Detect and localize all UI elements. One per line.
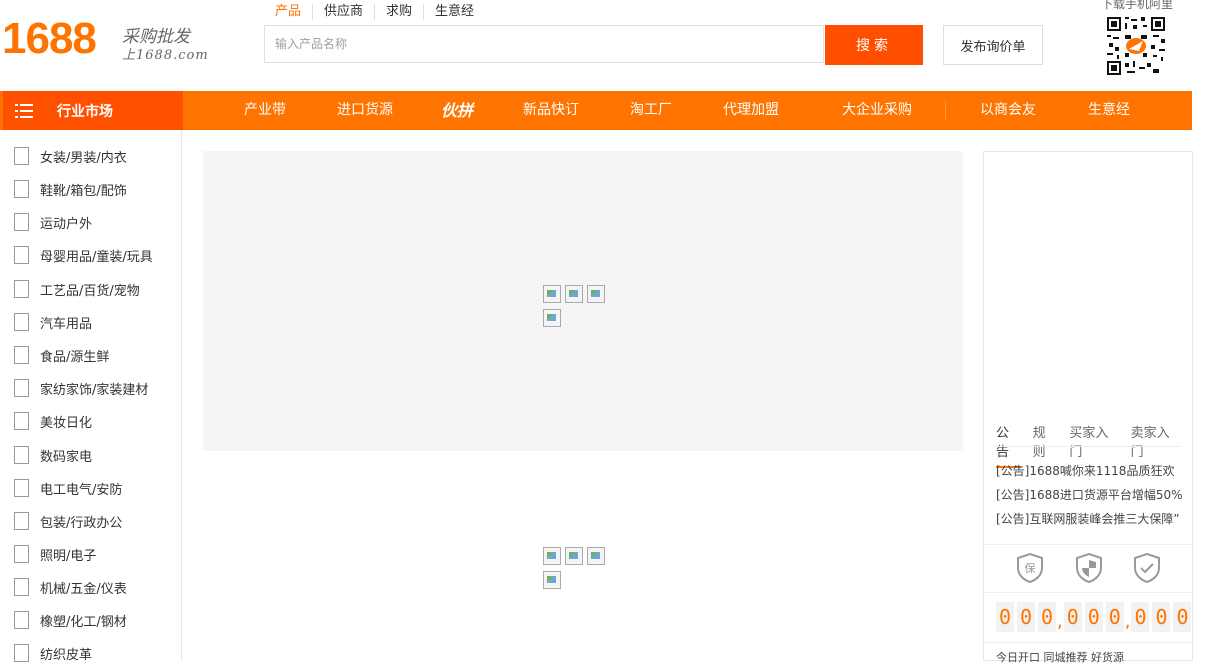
counter-digit: 0	[1038, 602, 1056, 632]
counter-separator: ,	[1124, 611, 1131, 632]
nav-item-business-friends[interactable]: 以商会友	[980, 91, 1036, 130]
nav-item-business-talk[interactable]: 生意经	[1088, 91, 1130, 130]
category-icon	[14, 147, 29, 165]
counter-digit: 0	[1173, 602, 1192, 632]
app-download-label[interactable]: 下载手机阿里	[1101, 0, 1173, 12]
counter-digit: 0	[1131, 602, 1150, 632]
nav-divider	[945, 101, 946, 120]
category-icon	[14, 644, 29, 662]
security-shield-icon[interactable]	[1074, 552, 1104, 584]
nav-item-agency[interactable]: 代理加盟	[723, 91, 779, 130]
category-item[interactable]: 家纺家饰/家装建材	[14, 377, 148, 399]
category-item[interactable]: 包装/行政办公	[14, 510, 122, 532]
category-icon	[14, 479, 29, 497]
broken-image-icon[interactable]	[543, 571, 561, 589]
category-item[interactable]: 食品/源生鲜	[14, 344, 109, 366]
post-rfq-button[interactable]: 发布询价单	[943, 25, 1043, 65]
nav-item-import-goods[interactable]: 进口货源	[337, 91, 393, 130]
counter-separator: ,	[1057, 611, 1063, 632]
broken-image-icon[interactable]	[565, 285, 583, 303]
search-box	[264, 25, 824, 63]
category-item[interactable]: 鞋靴/箱包/配饰	[14, 178, 127, 200]
counter-digit: 0	[996, 602, 1014, 632]
category-icon	[14, 412, 29, 430]
broken-image-icon[interactable]	[543, 309, 561, 327]
category-item[interactable]: 电工电气/安防	[14, 477, 122, 499]
category-icon	[14, 379, 29, 397]
category-icon	[14, 246, 29, 264]
category-icon	[14, 578, 29, 596]
category-item[interactable]: 运动户外	[14, 211, 92, 233]
nav-links: 产业带 进口货源 伙拼 新品快订 淘工厂 代理加盟 大企业采购 以商会友 生意经	[183, 91, 1192, 130]
category-item[interactable]: 数码家电	[14, 444, 92, 466]
nav-item-group-buy[interactable]: 伙拼	[441, 91, 473, 130]
broken-image-icon[interactable]	[587, 285, 605, 303]
notice-link[interactable]: [公告]互联网服装峰会推三大保障”	[996, 510, 1180, 527]
search-tab-business[interactable]: 生意经	[423, 4, 485, 20]
tab-underline-divider	[996, 446, 1181, 447]
category-icon	[14, 545, 29, 563]
category-menu-button[interactable]: 行业市场	[3, 91, 183, 130]
nav-item-industry-belt[interactable]: 产业带	[244, 91, 286, 130]
nav-item-enterprise-purchase[interactable]: 大企业采购	[842, 91, 912, 130]
search-tab-suppliers[interactable]: 供应商	[312, 4, 374, 20]
list-menu-icon	[15, 103, 33, 118]
notice-link[interactable]: [公告]1688进口货源平台增幅50%	[996, 486, 1183, 503]
site-logo[interactable]: 1688	[2, 14, 97, 64]
counter-digit: 0	[1152, 602, 1171, 632]
panel-divider	[984, 642, 1192, 643]
category-icon	[14, 180, 29, 198]
broken-image-icon[interactable]	[543, 285, 561, 303]
announcement-panel: 公告 规则 买家入门 卖家入门 [公告]1688喊你来1118品质狂欢 [公告]…	[983, 151, 1194, 664]
category-item[interactable]: 照明/电子	[14, 543, 96, 565]
category-icon	[14, 346, 29, 364]
nav-item-new-products[interactable]: 新品快订	[523, 91, 579, 130]
broken-image-icon[interactable]	[543, 547, 561, 565]
nav-item-tao-factory[interactable]: 淘工厂	[630, 91, 672, 130]
search-button[interactable]: 搜索	[825, 25, 923, 65]
transaction-counter: 0 0 0 , 0 0 0 , 0 0 0	[996, 602, 1194, 632]
logo-domain: 上1688.com	[122, 48, 209, 63]
verified-shield-icon[interactable]	[1132, 552, 1162, 584]
counter-digit: 0	[1063, 602, 1082, 632]
category-icon	[14, 512, 29, 530]
category-icon	[14, 446, 29, 464]
category-item[interactable]: 母婴用品/童装/玩具	[14, 244, 153, 266]
category-item[interactable]: 橡塑/化工/钢材	[14, 609, 127, 631]
category-icon	[14, 611, 29, 629]
category-sidebar: 女装/男装/内衣 鞋靴/箱包/配饰 运动户外 母婴用品/童装/玩具 工艺品/百货…	[0, 130, 182, 663]
notice-link[interactable]: [公告]1688喊你来1118品质狂欢	[996, 462, 1174, 479]
main-banner-carousel[interactable]	[203, 151, 963, 451]
search-tab-products[interactable]: 产品	[264, 4, 312, 20]
category-icon	[14, 213, 29, 231]
guarantee-shield-icon[interactable]: 保	[1015, 552, 1045, 584]
category-icon	[14, 280, 29, 298]
search-tab-wanted[interactable]: 求购	[374, 4, 423, 20]
panel-footer-links[interactable]: 今日开口 同城推荐 好货源	[996, 649, 1124, 665]
broken-image-icon[interactable]	[565, 547, 583, 565]
broken-image-icon[interactable]	[587, 547, 605, 565]
category-item[interactable]: 女装/男装/内衣	[14, 145, 127, 167]
panel-divider	[984, 544, 1192, 545]
category-menu-label: 行业市场	[57, 103, 113, 120]
category-item[interactable]: 工艺品/百货/宠物	[14, 278, 140, 300]
category-item[interactable]: 汽车用品	[14, 311, 92, 333]
search-type-tabs: 产品 供应商 求购 生意经	[264, 4, 485, 20]
category-item[interactable]: 美妆日化	[14, 410, 92, 432]
qr-code-icon[interactable]	[1107, 17, 1165, 75]
counter-digit: 0	[1105, 602, 1124, 632]
category-item[interactable]: 机械/五金/仪表	[14, 576, 127, 598]
counter-digit: 0	[1017, 602, 1035, 632]
svg-text:保: 保	[1025, 561, 1036, 575]
search-input[interactable]	[265, 26, 823, 62]
panel-divider	[984, 592, 1192, 593]
counter-digit: 0	[1084, 602, 1103, 632]
category-icon	[14, 313, 29, 331]
secondary-banner[interactable]	[203, 470, 963, 661]
